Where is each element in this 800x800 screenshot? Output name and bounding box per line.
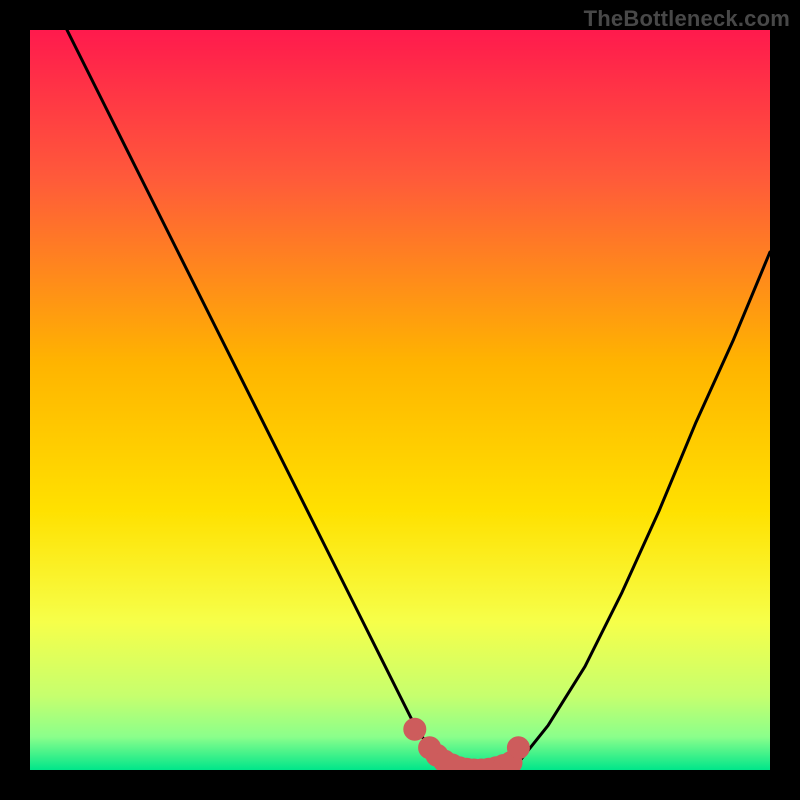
watermark-text: TheBottleneck.com [584, 6, 790, 32]
optimal-marker [404, 718, 426, 740]
plot-area [30, 30, 770, 770]
chart-frame: TheBottleneck.com [0, 0, 800, 800]
optimal-marker [507, 737, 529, 759]
gradient-background [30, 30, 770, 770]
bottleneck-chart [30, 30, 770, 770]
